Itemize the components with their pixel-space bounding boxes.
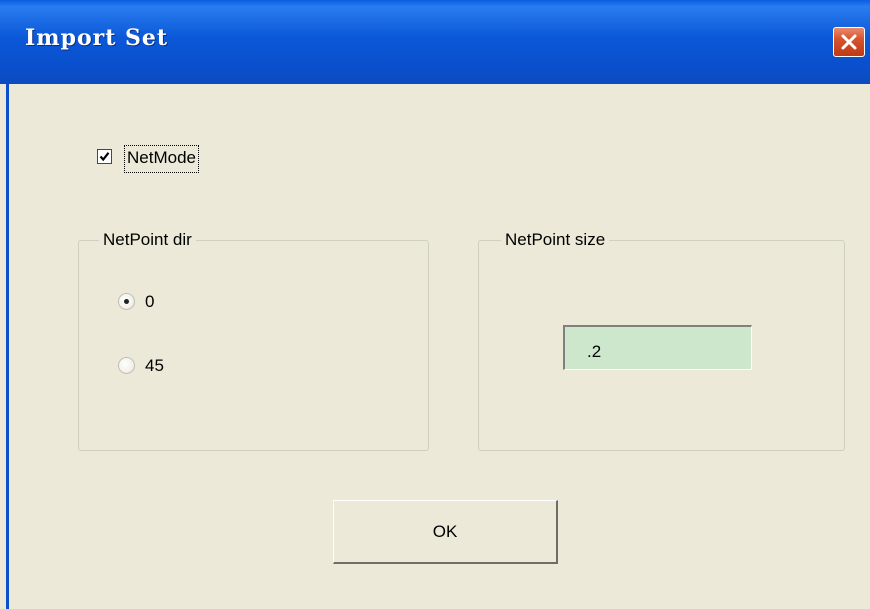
netpoint-size-legend: NetPoint size: [501, 230, 610, 250]
netpoint-dir-legend: NetPoint dir: [99, 230, 196, 250]
checkmark-icon: [99, 152, 110, 162]
title-bar[interactable]: Import Set: [0, 0, 870, 84]
radio-label-0: 0: [145, 292, 155, 311]
window-title: Import Set: [25, 25, 169, 51]
netmode-label[interactable]: NetMode: [124, 145, 199, 173]
radio-button-selected[interactable]: [118, 293, 135, 310]
import-set-dialog: Import Set NetMode NetPoint dir 0 45 Net…: [0, 0, 870, 609]
radio-button[interactable]: [118, 357, 135, 374]
checkbox-box[interactable]: [97, 149, 112, 164]
radio-label-45: 45: [145, 356, 164, 375]
ok-button[interactable]: OK: [333, 500, 558, 564]
radio-dot-icon: [124, 299, 129, 304]
netpoint-dir-group: NetPoint dir: [78, 230, 429, 451]
netpoint-size-input[interactable]: [563, 325, 752, 370]
close-button[interactable]: [833, 27, 865, 57]
close-icon: [841, 34, 857, 50]
